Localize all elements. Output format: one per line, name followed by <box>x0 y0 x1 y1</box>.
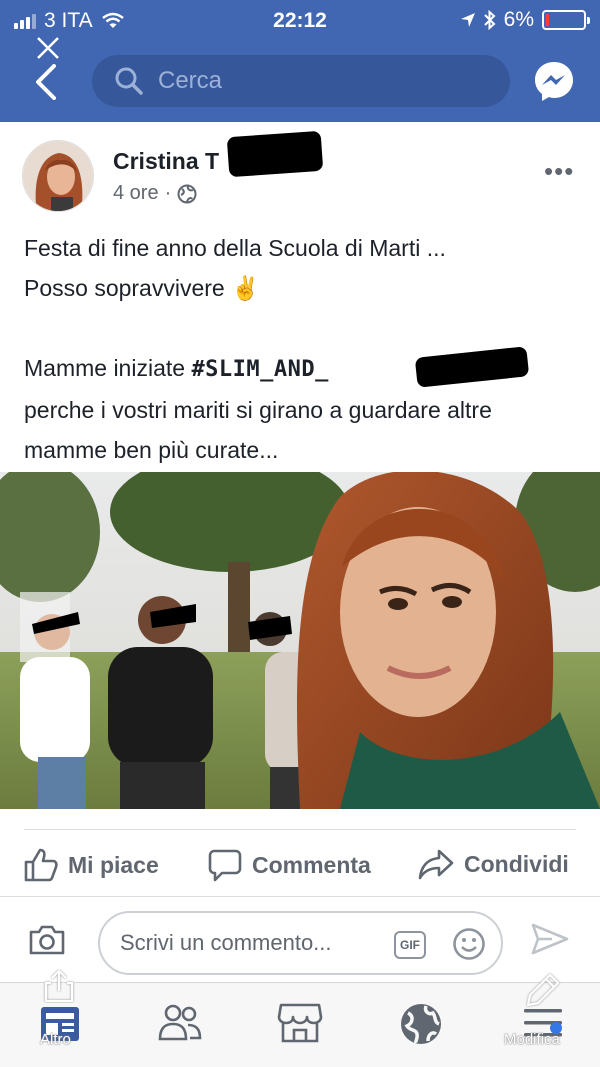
search-placeholder: Cerca <box>158 67 223 94</box>
post-time[interactable]: 4 ore <box>113 182 159 205</box>
battery-percent: 6% <box>503 8 534 31</box>
comment-input[interactable]: Scrivi un commento... GIF <box>98 911 503 975</box>
share-icon <box>418 849 454 880</box>
marketplace-icon[interactable] <box>277 1001 323 1045</box>
overlay-label-right: Modifica <box>504 1031 560 1048</box>
comment-icon <box>208 849 242 882</box>
post-text: Festa di fine anno della Scuola di Marti… <box>24 228 584 470</box>
gif-icon[interactable]: GIF <box>394 931 426 959</box>
send-icon[interactable] <box>530 922 570 956</box>
divider <box>0 896 600 897</box>
post-line: perche i vostri mariti si girano a guard… <box>24 397 492 423</box>
comment-placeholder: Scrivi un commento... <box>120 930 332 955</box>
like-icon <box>24 848 58 882</box>
redaction-mark <box>226 130 324 178</box>
comment-label: Commenta <box>252 851 371 878</box>
overlay-label-left: Altro <box>40 1031 71 1048</box>
battery-level <box>546 14 549 26</box>
share-label: Condividi <box>464 850 569 877</box>
globe-tab-icon[interactable] <box>398 1001 444 1047</box>
friends-icon[interactable] <box>157 1001 203 1045</box>
location-icon <box>460 13 475 27</box>
post-line: Mamme iniziate <box>24 355 192 381</box>
avatar[interactable] <box>22 140 94 212</box>
more-icon[interactable]: ••• <box>544 156 574 187</box>
emoji-icon[interactable] <box>452 927 486 961</box>
post-photo[interactable] <box>0 472 600 809</box>
close-icon <box>37 37 59 59</box>
post-line: mamme ben più curate... <box>24 437 279 463</box>
victory-emoji: ✌️ <box>231 275 260 301</box>
bottom-tab-bar: Altro Modifica <box>0 969 600 1067</box>
battery-icon <box>542 10 590 30</box>
search-input[interactable]: Cerca <box>92 55 510 107</box>
post-line: Posso sopravvivere <box>24 275 225 301</box>
comment-button[interactable]: Commenta <box>208 848 371 882</box>
post-line: Festa di fine anno della Scuola di Marti… <box>24 235 446 261</box>
share-overlay-icon <box>44 969 74 1003</box>
comment-composer: Scrivi un commento... GIF <box>0 904 600 994</box>
top-bar: 3 ITA 22:12 6% Cerca <box>0 0 600 122</box>
back-icon <box>36 64 56 100</box>
post-actions: Mi piace Commenta Condividi <box>0 838 600 894</box>
bluetooth-icon <box>483 10 496 30</box>
like-button[interactable]: Mi piace <box>24 848 159 882</box>
edit-overlay-icon <box>526 973 560 1007</box>
divider <box>24 829 576 830</box>
like-label: Mi piace <box>68 851 159 878</box>
back-button[interactable] <box>28 36 68 102</box>
status-bar: 3 ITA 22:12 6% <box>0 0 600 40</box>
share-button[interactable]: Condividi <box>418 848 569 880</box>
redaction-mark <box>414 346 530 388</box>
search-icon <box>115 67 143 95</box>
globe-icon <box>177 184 197 203</box>
messenger-icon[interactable] <box>532 59 576 103</box>
post-author[interactable]: Cristina T <box>113 148 219 175</box>
hashtag-link[interactable]: #SLIM_AND_ <box>191 357 328 382</box>
camera-icon[interactable] <box>28 924 66 956</box>
